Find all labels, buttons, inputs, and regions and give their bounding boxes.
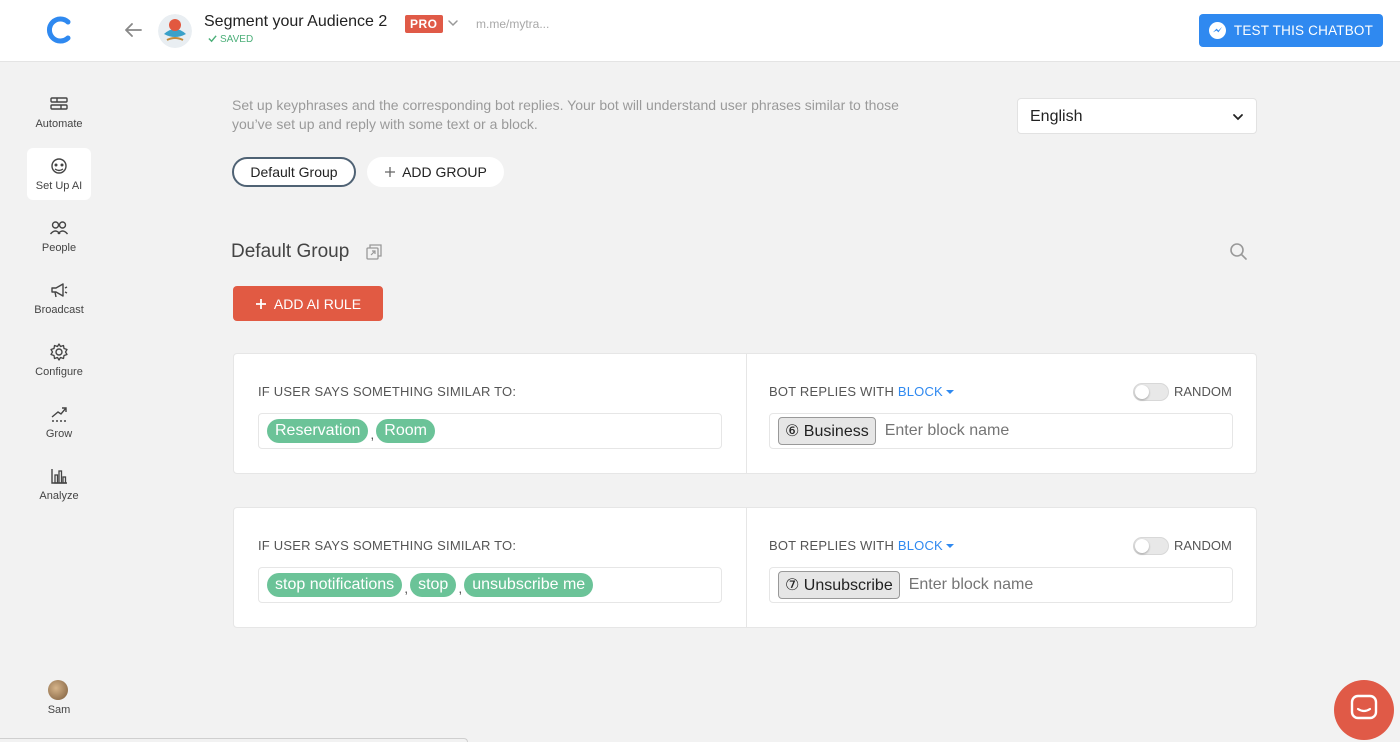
- sidebar-item-label: People: [41, 242, 77, 254]
- bot-replies-prefix: BOT REPLIES WITH: [769, 538, 895, 553]
- page-description: Set up keyphrases and the corresponding …: [232, 97, 899, 132]
- random-label: RANDOM: [1174, 384, 1232, 399]
- chart-icon: [51, 469, 67, 484]
- add-group-label: ADD GROUP: [402, 164, 487, 180]
- block-name-input[interactable]: [884, 422, 1085, 440]
- block-chip[interactable]: ⑥ Business: [778, 417, 876, 445]
- block-chip[interactable]: ⑦ Unsubscribe: [778, 571, 900, 599]
- bot-replies-prefix: BOT REPLIES WITH: [769, 384, 895, 399]
- sidebar-item-broadcast[interactable]: Broadcast: [27, 272, 91, 324]
- reply-type-dropdown[interactable]: BLOCK: [898, 538, 954, 553]
- reply-type-label: BLOCK: [897, 538, 943, 553]
- sidebar-item-automate[interactable]: Automate: [27, 86, 91, 138]
- sidebar-item-people[interactable]: People: [27, 210, 91, 262]
- sidebar-item-label: Set Up AI: [35, 180, 83, 192]
- language-value: English: [1030, 108, 1083, 125]
- user-name[interactable]: Sam: [0, 704, 118, 716]
- add-ai-rule-label: ADD AI RULE: [273, 295, 362, 312]
- add-group-button[interactable]: ADD GROUP: [367, 157, 504, 187]
- test-chatbot-label: TEST THIS CHATBOT: [1233, 23, 1374, 38]
- sidebar-item-label: Configure: [35, 366, 83, 378]
- ai-rule-card: IF USER SAYS SOMETHING SIMILAR TO: Reser…: [233, 353, 1257, 474]
- phrases-input[interactable]: stop notifications , stop , unsubscribe …: [258, 567, 722, 603]
- people-icon: [49, 221, 69, 235]
- plus-icon: [385, 167, 396, 177]
- caret-down-icon: [945, 544, 954, 548]
- phrase-chip[interactable]: unsubscribe me: [464, 573, 594, 597]
- phrases-input[interactable]: Reservation , Room: [258, 413, 722, 449]
- chat-icon: [1350, 694, 1378, 720]
- card-divider: [746, 354, 747, 473]
- add-ai-rule-button[interactable]: ADD AI RULE: [233, 286, 383, 321]
- sidebar-item-label: Grow: [45, 428, 73, 440]
- sidebar-item-analyze[interactable]: Analyze: [27, 458, 91, 510]
- block-number: ⑦: [785, 577, 800, 594]
- phrase-chip[interactable]: stop notifications: [267, 573, 403, 597]
- group-tab-default[interactable]: Default Group: [232, 157, 356, 187]
- sidebar-item-grow[interactable]: Grow: [27, 396, 91, 448]
- bot-avatar[interactable]: [158, 14, 192, 48]
- phrase-chip[interactable]: stop: [410, 573, 457, 597]
- bot-url[interactable]: m.me/mytra...: [476, 17, 549, 31]
- block-name: Unsubscribe: [803, 577, 893, 594]
- block-number: ⑥: [785, 423, 800, 440]
- sidebar-item-set-up-ai[interactable]: Set Up AI: [27, 148, 91, 200]
- phrase-chip[interactable]: Room: [376, 419, 435, 443]
- bot-replies-label: BOT REPLIES WITH BLOCK: [769, 384, 954, 399]
- phrase-chip[interactable]: Reservation: [267, 419, 369, 443]
- reply-type-label: BLOCK: [897, 384, 943, 399]
- card-divider: [746, 508, 747, 627]
- saved-label: SAVED: [220, 34, 254, 45]
- support-chat-button[interactable]: [1334, 680, 1394, 740]
- toggle-knob: [1135, 385, 1149, 399]
- bottom-edge: [0, 738, 468, 742]
- top-bar: Segment your Audience 2 PRO m.me/mytra..…: [0, 0, 1400, 62]
- user-says-label: IF USER SAYS SOMETHING SIMILAR TO:: [258, 538, 517, 553]
- sidebar-item-configure[interactable]: Configure: [27, 334, 91, 386]
- block-name: Business: [803, 423, 869, 440]
- chatfuel-logo-icon[interactable]: [44, 14, 74, 46]
- caret-down-icon: [945, 390, 954, 394]
- check-icon: [208, 35, 217, 43]
- chevron-down-icon[interactable]: [446, 16, 460, 30]
- back-arrow-icon[interactable]: [122, 19, 144, 41]
- group-tab-label: Default Group: [250, 164, 338, 180]
- test-chatbot-button[interactable]: TEST THIS CHATBOT: [1199, 14, 1383, 47]
- grow-icon: [51, 407, 67, 422]
- plus-icon: [255, 298, 266, 309]
- pro-badge: PRO: [405, 15, 443, 33]
- bot-name[interactable]: Segment your Audience 2: [204, 13, 387, 31]
- random-toggle[interactable]: [1133, 383, 1169, 401]
- megaphone-icon: [51, 283, 68, 298]
- random-label: RANDOM: [1174, 538, 1232, 553]
- phrase-separator: ,: [404, 580, 409, 596]
- block-input-field[interactable]: ⑥ Business: [769, 413, 1233, 449]
- user-avatar[interactable]: [48, 680, 68, 700]
- sidebar-item-label: Automate: [35, 118, 83, 130]
- sidebar: Automate Set Up AI People Broadcast Conf…: [0, 62, 118, 742]
- ai-icon: [51, 158, 67, 174]
- automate-icon: [50, 97, 68, 110]
- chevron-down-icon: [1233, 114, 1243, 121]
- messenger-icon: [1208, 22, 1226, 39]
- random-toggle[interactable]: [1133, 537, 1169, 555]
- search-icon[interactable]: [1229, 242, 1248, 261]
- group-title[interactable]: Default Group: [231, 241, 349, 263]
- reply-type-dropdown[interactable]: BLOCK: [898, 384, 954, 399]
- toggle-knob: [1135, 539, 1149, 553]
- block-input-field[interactable]: ⑦ Unsubscribe: [769, 567, 1233, 603]
- phrase-separator: ,: [458, 580, 463, 596]
- saved-status: SAVED: [208, 34, 253, 45]
- sidebar-item-label: Analyze: [39, 490, 79, 502]
- ai-rule-card: IF USER SAYS SOMETHING SIMILAR TO: stop …: [233, 507, 1257, 628]
- gear-icon: [50, 343, 68, 361]
- user-says-label: IF USER SAYS SOMETHING SIMILAR TO:: [258, 384, 517, 399]
- phrase-separator: ,: [370, 426, 375, 442]
- sidebar-item-label: Broadcast: [34, 304, 84, 316]
- language-select[interactable]: English: [1017, 98, 1257, 134]
- block-name-input[interactable]: [908, 576, 1109, 594]
- bot-replies-label: BOT REPLIES WITH BLOCK: [769, 538, 954, 553]
- copy-icon[interactable]: [365, 243, 383, 261]
